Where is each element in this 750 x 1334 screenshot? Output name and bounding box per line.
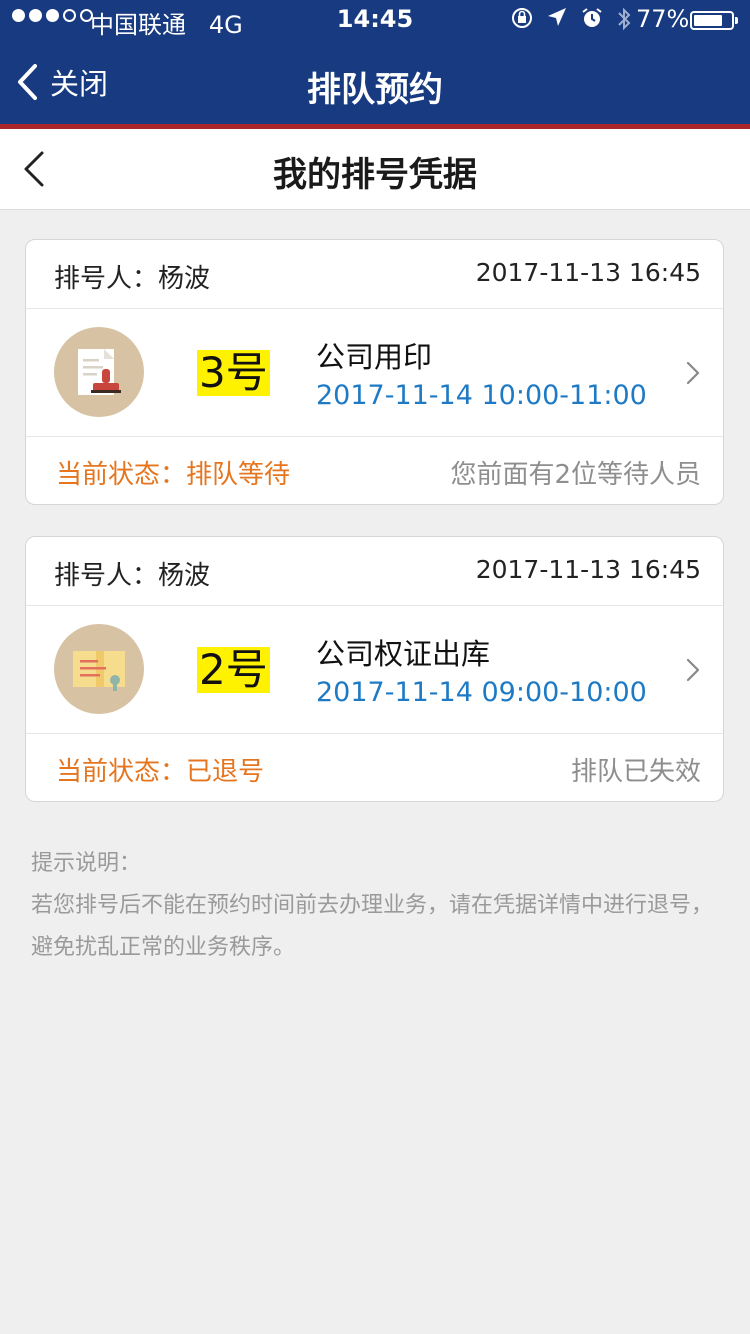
alarm-icon [582,8,602,27]
ticket-person: 排号人：杨波 [54,555,210,592]
state-label: 当前状态： [56,757,187,787]
ticket-header: 排号人：杨波 2017-11-13 16:45 [26,537,723,606]
ticket-detail-row[interactable]: 3号 公司用印 2017-11-14 10:00-11:00 [26,308,723,437]
ticket-issued-time: 2017-11-13 16:45 [475,258,701,287]
status-icons [510,6,632,32]
ticket-footer: 当前状态：已退号 排队已失效 [26,733,723,801]
ticket-footer: 当前状态：排队等待 您前面有2位等待人员 [26,436,723,504]
nav-title: 排队预约 [307,70,443,110]
ticket-card: 排号人：杨波 2017-11-13 16:45 2号 公司权证出库 2017-1… [25,536,724,802]
tips-text: 若您排号后不能在预约时间前去办理业务，请在凭据详情中进行退号，避免扰乱正常的业务… [31,893,714,960]
person-label: 排号人： [54,561,159,591]
ticket-state: 当前状态：排队等待 [56,454,290,491]
ticket-header: 排号人：杨波 2017-11-13 16:45 [26,240,723,309]
page-title: 我的排号凭据 [273,155,477,195]
sub-header: 我的排号凭据 [0,129,750,210]
tips-title: 提示说明： [31,851,142,876]
service-avatar [54,624,144,714]
bluetooth-icon [618,7,631,31]
ticket-issued-time: 2017-11-13 16:45 [475,555,701,584]
person-name: 杨波 [158,264,211,294]
chevron-right-icon [686,361,700,385]
location-icon [548,8,566,26]
person-label: 排号人： [54,264,159,294]
person-name: 杨波 [158,561,211,591]
nav-bar: 关闭 排队预约 [0,40,750,124]
ticket-state: 当前状态：已退号 [56,751,264,788]
tips-section: 提示说明： 若您排号后不能在预约时间前去办理业务，请在凭据详情中进行退号，避免扰… [31,843,731,969]
service-name: 公司权证出库 [316,637,491,671]
queue-number: 3号 [197,348,270,397]
chevron-right-icon [686,658,700,682]
state-value: 已退号 [186,757,265,787]
state-label: 当前状态： [56,460,187,490]
ticket-note: 排队已失效 [570,757,701,787]
rotation-lock-icon [512,8,532,28]
service-avatar [54,327,144,417]
battery-percent: 77% [636,5,690,33]
status-bar: 中国联通 4G 14:45 77% [0,0,750,40]
ticket-note: 您前面有2位等待人员 [450,460,701,490]
queue-number: 2号 [197,645,270,694]
stamp-icon [78,349,121,395]
appointment-slot: 2017-11-14 10:00-11:00 [316,380,647,411]
certificate-icon [73,651,125,691]
ticket-detail-row[interactable]: 2号 公司权证出库 2017-11-14 09:00-10:00 [26,605,723,734]
ticket-person: 排号人：杨波 [54,258,210,295]
state-value: 排队等待 [186,460,291,490]
appointment-slot: 2017-11-14 09:00-10:00 [316,677,647,708]
ticket-card: 排号人：杨波 2017-11-13 16:45 3号 公司用印 2017-11-… [25,239,724,505]
service-name: 公司用印 [316,340,433,374]
battery-icon [690,11,738,30]
